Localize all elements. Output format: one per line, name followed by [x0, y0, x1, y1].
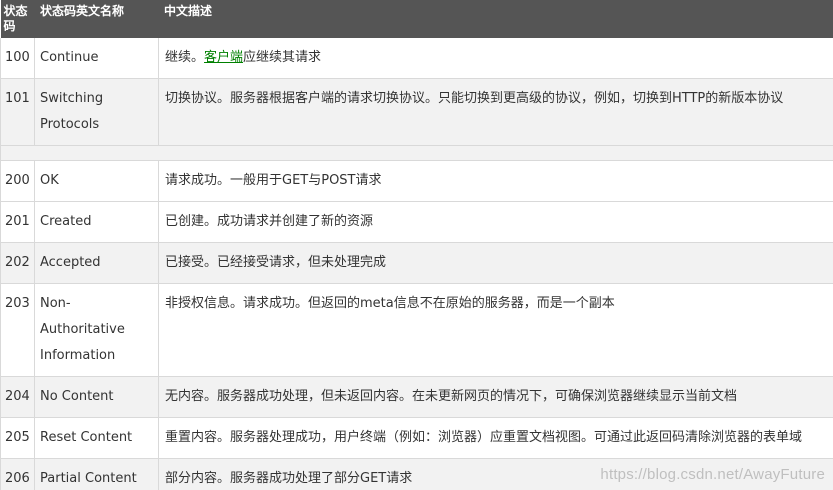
status-name: Continue: [34, 38, 159, 79]
table-row: 200 OK 请求成功。一般用于GET与POST请求: [0, 160, 833, 202]
watermark: https://blog.csdn.net/AwayFuture: [600, 466, 825, 483]
table-header-row: 状态码 状态码英文名称 中文描述: [0, 0, 833, 38]
client-link[interactable]: 客户端: [204, 50, 243, 65]
table-divider: [0, 145, 833, 161]
table-row: 101 Switching Protocols 切换协议。服务器根据客户端的请求…: [0, 78, 833, 146]
status-name: Partial Content: [34, 458, 159, 490]
http-status-table: 状态码 状态码英文名称 中文描述 100 Continue 继续。客户端应继续其…: [0, 0, 833, 490]
status-desc: 请求成功。一般用于GET与POST请求: [158, 160, 833, 202]
status-desc: 切换协议。服务器根据客户端的请求切换协议。只能切换到更高级的协议，例如，切换到H…: [158, 78, 833, 146]
status-code: 100: [0, 38, 35, 79]
header-code: 状态码: [0, 0, 35, 38]
status-desc: 重置内容。服务器处理成功，用户终端（例如：浏览器）应重置文档视图。可通过此返回码…: [158, 417, 833, 459]
status-desc: 已接受。已经接受请求，但未处理完成: [158, 242, 833, 284]
table-row: 201 Created 已创建。成功请求并创建了新的资源: [0, 201, 833, 243]
status-code: 205: [0, 417, 35, 459]
status-name: Non-Authoritative Information: [34, 283, 159, 377]
header-name: 状态码英文名称: [34, 0, 159, 38]
status-name: Accepted: [34, 242, 159, 284]
table-row: 100 Continue 继续。客户端应继续其请求: [0, 38, 833, 79]
status-code: 101: [0, 78, 35, 146]
desc-text: 应继续其请求: [243, 50, 322, 65]
status-desc: 已创建。成功请求并创建了新的资源: [158, 201, 833, 243]
status-name: Created: [34, 201, 159, 243]
status-code: 206: [0, 458, 35, 490]
status-code: 200: [0, 160, 35, 202]
table-row: 205 Reset Content 重置内容。服务器处理成功，用户终端（例如：浏…: [0, 417, 833, 459]
status-name: Switching Protocols: [34, 78, 159, 146]
desc-text: 继续。: [165, 50, 205, 65]
status-code: 202: [0, 242, 35, 284]
status-code: 204: [0, 376, 35, 418]
status-name: Reset Content: [34, 417, 159, 459]
status-code: 203: [0, 283, 35, 377]
status-desc: 继续。客户端应继续其请求: [158, 38, 833, 79]
header-desc: 中文描述: [158, 0, 833, 38]
status-desc: 无内容。服务器成功处理，但未返回内容。在未更新网页的情况下，可确保浏览器继续显示…: [158, 376, 833, 418]
status-name: OK: [34, 160, 159, 202]
table-row: 204 No Content 无内容。服务器成功处理，但未返回内容。在未更新网页…: [0, 376, 833, 418]
table-row: 202 Accepted 已接受。已经接受请求，但未处理完成: [0, 242, 833, 284]
status-name: No Content: [34, 376, 159, 418]
status-desc: 非授权信息。请求成功。但返回的meta信息不在原始的服务器，而是一个副本: [158, 283, 833, 377]
page: 状态码 状态码英文名称 中文描述 100 Continue 继续。客户端应继续其…: [0, 0, 833, 490]
status-code: 201: [0, 201, 35, 243]
table-row: 203 Non-Authoritative Information 非授权信息。…: [0, 283, 833, 377]
